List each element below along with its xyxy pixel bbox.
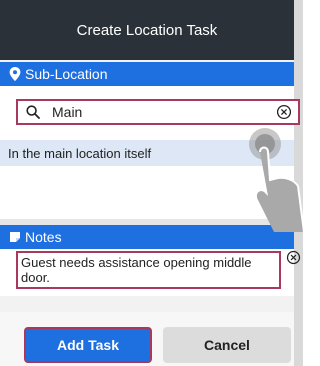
sublocation-header: Sub-Location (0, 62, 294, 86)
dialog-titlebar: Create Location Task (0, 0, 294, 60)
sublocation-label: Sub-Location (25, 66, 108, 82)
location-pin-icon (9, 67, 21, 81)
result-label: In the main location itself (8, 145, 152, 161)
notes-label: Notes (25, 229, 62, 245)
dialog: Create Location Task Sub-Location Main I… (0, 0, 306, 366)
clear-search-icon[interactable] (276, 104, 292, 120)
note-icon (9, 231, 21, 243)
notes-field[interactable]: Guest needs assistance opening middle do… (16, 251, 281, 289)
search-icon (26, 105, 40, 119)
add-task-button[interactable]: Add Task (24, 327, 152, 363)
cancel-button[interactable]: Cancel (163, 327, 291, 363)
page-title: Create Location Task (76, 21, 218, 39)
tap-gesture-hand-icon (246, 122, 306, 233)
clear-notes-icon[interactable] (286, 250, 301, 265)
search-input[interactable] (52, 104, 252, 120)
